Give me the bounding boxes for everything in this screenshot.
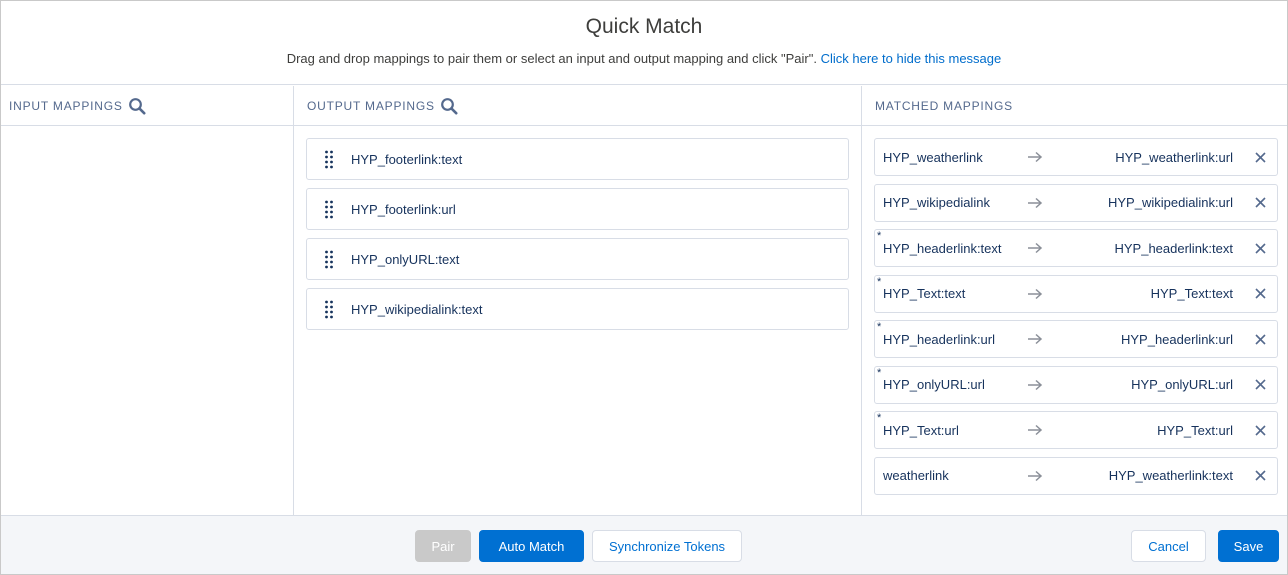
matched-output-label: HYP_weatherlink:text bbox=[1108, 468, 1233, 483]
modified-marker: * bbox=[877, 230, 882, 242]
matched-mapping-row: HYP_wikipedialink HYP_wikipedialink:url bbox=[874, 183, 1278, 222]
quick-match-modal: Quick Match Drag and drop mappings to pa… bbox=[0, 0, 1288, 575]
matched-output-label: HYP_onlyURL:url bbox=[1131, 377, 1233, 392]
pair-button[interactable]: Pair bbox=[415, 530, 471, 562]
drag-handle-icon[interactable] bbox=[307, 249, 351, 269]
matched-mapping-row: * HYP_onlyURL:url HYP_onlyURL:url bbox=[874, 365, 1278, 404]
matched-output-label: HYP_Text:text bbox=[1150, 286, 1233, 301]
close-icon[interactable] bbox=[1243, 230, 1277, 266]
auto-match-button[interactable]: Auto Match bbox=[479, 530, 584, 562]
output-mapping-item[interactable]: HYP_footerlink:text bbox=[306, 138, 849, 180]
output-mapping-item[interactable]: HYP_footerlink:url bbox=[306, 188, 849, 230]
input-mappings-header: INPUT MAPPINGS bbox=[1, 86, 293, 126]
hide-message-link[interactable]: Click here to hide this message bbox=[821, 51, 1002, 66]
close-icon[interactable] bbox=[1243, 412, 1277, 448]
arrow-right-icon bbox=[1015, 288, 1055, 300]
matched-input-label: HYP_headerlink:text bbox=[883, 240, 1002, 256]
arrow-right-icon bbox=[1015, 333, 1055, 345]
matched-mappings-label: MATCHED MAPPINGS bbox=[875, 98, 1013, 113]
modified-marker: * bbox=[877, 275, 882, 288]
output-mapping-label: HYP_onlyURL:text bbox=[351, 251, 460, 267]
matched-mappings-column: MATCHED MAPPINGS HYP_weatherlink HYP_weat… bbox=[862, 86, 1287, 516]
matched-mapping-row: weatherlink HYP_weatherlink:text bbox=[874, 456, 1278, 495]
output-mappings-label: OUTPUT MAPPINGS bbox=[307, 98, 435, 113]
output-mapping-label: HYP_footerlink:url bbox=[351, 201, 456, 217]
drag-handle-icon[interactable] bbox=[307, 149, 351, 169]
matched-output-label: HYP_headerlink:url bbox=[1120, 331, 1233, 347]
close-icon[interactable] bbox=[1243, 185, 1277, 221]
drag-handle-icon[interactable] bbox=[307, 299, 351, 319]
matched-input-label: HYP_wikipedialink bbox=[883, 195, 990, 210]
arrow-right-icon bbox=[1015, 470, 1055, 482]
matched-mapping-row: * HYP_Text:url HYP_Text:url bbox=[874, 411, 1278, 449]
arrow-right-icon bbox=[1015, 197, 1055, 209]
arrow-right-icon bbox=[1015, 379, 1055, 391]
cancel-button[interactable]: Cancel bbox=[1131, 530, 1206, 562]
output-mapping-item[interactable]: HYP_wikipedialink:text bbox=[306, 288, 849, 330]
output-mapping-label: HYP_wikipedialink:text bbox=[351, 301, 483, 317]
matched-input-label: HYP_headerlink:url bbox=[883, 331, 996, 347]
modal-header: Quick Match Drag and drop mappings to pa… bbox=[1, 1, 1287, 85]
arrow-right-icon bbox=[1015, 151, 1055, 163]
modified-marker: * bbox=[877, 412, 882, 424]
output-mapping-label: HYP_footerlink:text bbox=[351, 151, 463, 167]
modal-footer: Pair Auto Match Synchronize Tokens Cance… bbox=[1, 515, 1287, 574]
output-mapping-item[interactable]: HYP_onlyURL:text bbox=[306, 238, 849, 280]
arrow-right-icon bbox=[1015, 242, 1055, 254]
search-icon[interactable] bbox=[128, 97, 146, 115]
matched-mappings-list: HYP_weatherlink HYP_weatherlink:url HYP_wi… bbox=[862, 126, 1287, 495]
matched-input-label: HYP_onlyURL:url bbox=[883, 377, 985, 392]
arrow-right-icon bbox=[1015, 424, 1055, 436]
modified-marker: * bbox=[877, 321, 882, 333]
matched-output-label: HYP_weatherlink:url bbox=[1115, 149, 1233, 165]
modified-marker: * bbox=[877, 366, 882, 379]
matched-mapping-row: * HYP_headerlink:text HYP_headerlink:text bbox=[874, 229, 1278, 267]
matched-input-label: weatherlink bbox=[883, 468, 949, 483]
close-icon[interactable] bbox=[1243, 367, 1277, 403]
search-icon[interactable] bbox=[440, 97, 458, 115]
close-icon[interactable] bbox=[1243, 458, 1277, 494]
matched-input-label: HYP_Text:url bbox=[883, 422, 959, 438]
page-title: Quick Match bbox=[585, 15, 703, 38]
matched-output-label: HYP_Text:url bbox=[1157, 422, 1233, 438]
output-mappings-list: HYP_footerlink:text HYP_footerlink:url HYP… bbox=[294, 126, 861, 330]
matched-input-label: HYP_weatherlink bbox=[883, 149, 983, 165]
save-button[interactable]: Save bbox=[1218, 530, 1279, 562]
input-mappings-label: INPUT MAPPINGS bbox=[9, 98, 123, 113]
matched-output-label: HYP_headerlink:text bbox=[1114, 240, 1233, 256]
instructions-text: Drag and drop mappings to pair them or s… bbox=[286, 51, 817, 66]
matched-input-label: HYP_Text:text bbox=[883, 286, 966, 301]
input-mappings-column: INPUT MAPPINGS bbox=[1, 86, 294, 516]
drag-handle-icon[interactable] bbox=[307, 199, 351, 219]
matched-mapping-row: * HYP_Text:text HYP_Text:text bbox=[874, 274, 1278, 313]
close-icon[interactable] bbox=[1243, 321, 1277, 357]
close-icon[interactable] bbox=[1243, 139, 1277, 175]
synchronize-tokens-button[interactable]: Synchronize Tokens bbox=[592, 530, 742, 562]
instructions: Drag and drop mappings to pair them or s… bbox=[1, 51, 1287, 66]
matched-mapping-row: * HYP_headerlink:url HYP_headerlink:url bbox=[874, 320, 1278, 358]
matched-mappings-header: MATCHED MAPPINGS bbox=[862, 86, 1287, 126]
matched-mapping-row: HYP_weatherlink HYP_weatherlink:url bbox=[874, 138, 1278, 176]
close-icon[interactable] bbox=[1243, 276, 1277, 312]
output-mappings-header: OUTPUT MAPPINGS bbox=[294, 86, 861, 126]
output-mappings-column: OUTPUT MAPPINGS HYP_footerlink:text HYP_f… bbox=[294, 86, 862, 516]
matched-output-label: HYP_wikipedialink:url bbox=[1108, 195, 1233, 210]
